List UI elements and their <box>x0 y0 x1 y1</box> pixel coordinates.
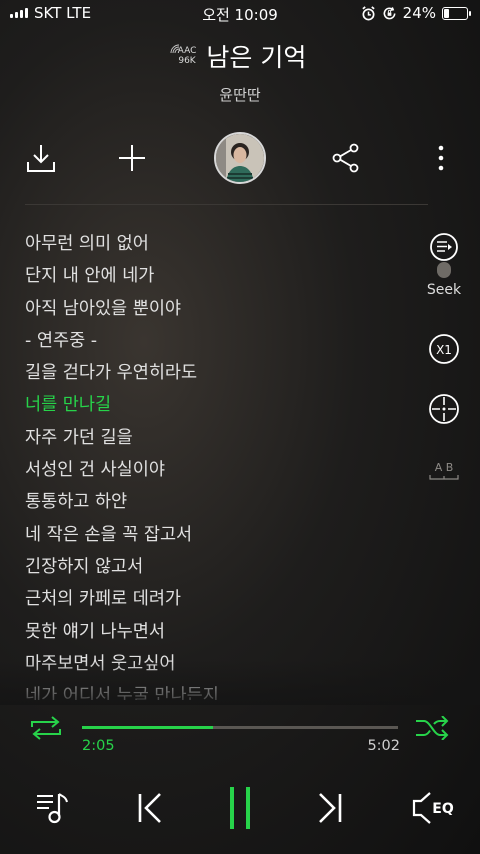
lyric-line[interactable]: 단지 내 안에 네가 <box>25 260 415 292</box>
artist-photo <box>216 134 264 182</box>
next-button[interactable] <box>302 780 358 836</box>
ab-repeat-button[interactable]: A B <box>420 458 468 486</box>
lyric-line[interactable]: 자주 가던 길을 <box>25 422 415 454</box>
ab-repeat-icon: A B <box>429 461 459 480</box>
battery-icon <box>442 6 471 20</box>
song-title: 남은 기억 <box>206 43 307 72</box>
lyric-line[interactable]: 아직 남아있을 뿐이야 <box>25 293 415 325</box>
next-icon <box>319 793 342 823</box>
album-art[interactable] <box>214 132 266 184</box>
artist-name[interactable]: 윤딴딴 <box>0 84 480 105</box>
previous-button[interactable] <box>122 780 178 836</box>
lyric-line[interactable]: 긴장하지 않고서 <box>25 551 415 583</box>
playlist-button[interactable] <box>24 780 80 836</box>
lyric-line[interactable]: 네 작은 손을 꼭 잡고서 <box>25 519 415 551</box>
lyric-line[interactable]: 서성인 건 사실이야 <box>25 454 415 486</box>
status-bar: SKT LTE 오전 10:09 24% <box>0 0 480 26</box>
playlist-icon <box>37 793 68 824</box>
lyric-line[interactable]: 근처의 카페로 데려가 <box>25 583 415 615</box>
lyrics-view[interactable]: 아무런 의미 없어 단지 내 안에 네가 아직 남아있을 뿐이야 - 연주중 - 길을… <box>25 228 415 700</box>
lyric-line-current[interactable]: 너를 만나길 <box>25 389 415 421</box>
add-to-playlist-button[interactable] <box>104 130 160 186</box>
codec-bitrate: 96K <box>178 56 196 66</box>
lyric-seek-icon <box>430 233 458 278</box>
lyrics-fade <box>0 660 480 705</box>
more-icon <box>438 145 444 171</box>
codec-format: AAC <box>177 46 197 56</box>
speed-button[interactable]: X1 <box>420 333 468 369</box>
battery-percent: 24% <box>402 4 436 22</box>
hd-signal-icon <box>170 44 179 54</box>
sync-lyrics-button[interactable] <box>420 393 468 429</box>
share-button[interactable] <box>318 130 374 186</box>
lyric-line[interactable]: 길을 걷다가 우연히라도 <box>25 357 415 389</box>
total-time: 5:02 <box>367 738 400 754</box>
seek-label: Seek <box>426 282 462 298</box>
repeat-button[interactable] <box>28 716 64 744</box>
header-divider <box>25 204 428 205</box>
pause-icon <box>230 787 250 829</box>
codec-badge: AAC 96K <box>170 44 197 66</box>
eq-icon: EQ <box>412 792 454 824</box>
eq-button[interactable]: EQ <box>404 780 466 836</box>
repeat-icon <box>31 716 61 740</box>
download-icon <box>27 145 55 172</box>
lyric-line[interactable]: 못한 얘기 나누면서 <box>25 616 415 648</box>
orientation-lock-icon <box>383 6 396 19</box>
lyric-line[interactable]: 아무런 의미 없어 <box>25 228 415 260</box>
shuffle-icon <box>416 715 449 741</box>
track-header: AAC 96K 남은 기억 <box>0 38 480 74</box>
target-icon <box>429 394 459 424</box>
lyric-line[interactable]: - 연주중 - <box>25 325 415 357</box>
lyric-line[interactable]: 통통하고 하얀 <box>25 486 415 518</box>
pause-button[interactable] <box>210 780 270 836</box>
more-button[interactable] <box>413 130 469 186</box>
svg-text:X1: X1 <box>436 343 452 357</box>
download-button[interactable] <box>13 130 69 186</box>
progress-fill <box>82 726 213 729</box>
add-icon <box>119 145 145 171</box>
elapsed-time: 2:05 <box>82 738 115 754</box>
seek-control[interactable]: Seek <box>420 232 468 298</box>
alarm-icon <box>362 5 375 20</box>
previous-icon <box>138 793 161 823</box>
shuffle-button[interactable] <box>414 715 450 744</box>
share-icon <box>332 143 359 173</box>
speed-icon: X1 <box>429 334 459 364</box>
svg-text:A B: A B <box>435 461 454 474</box>
svg-text:EQ: EQ <box>432 801 454 817</box>
